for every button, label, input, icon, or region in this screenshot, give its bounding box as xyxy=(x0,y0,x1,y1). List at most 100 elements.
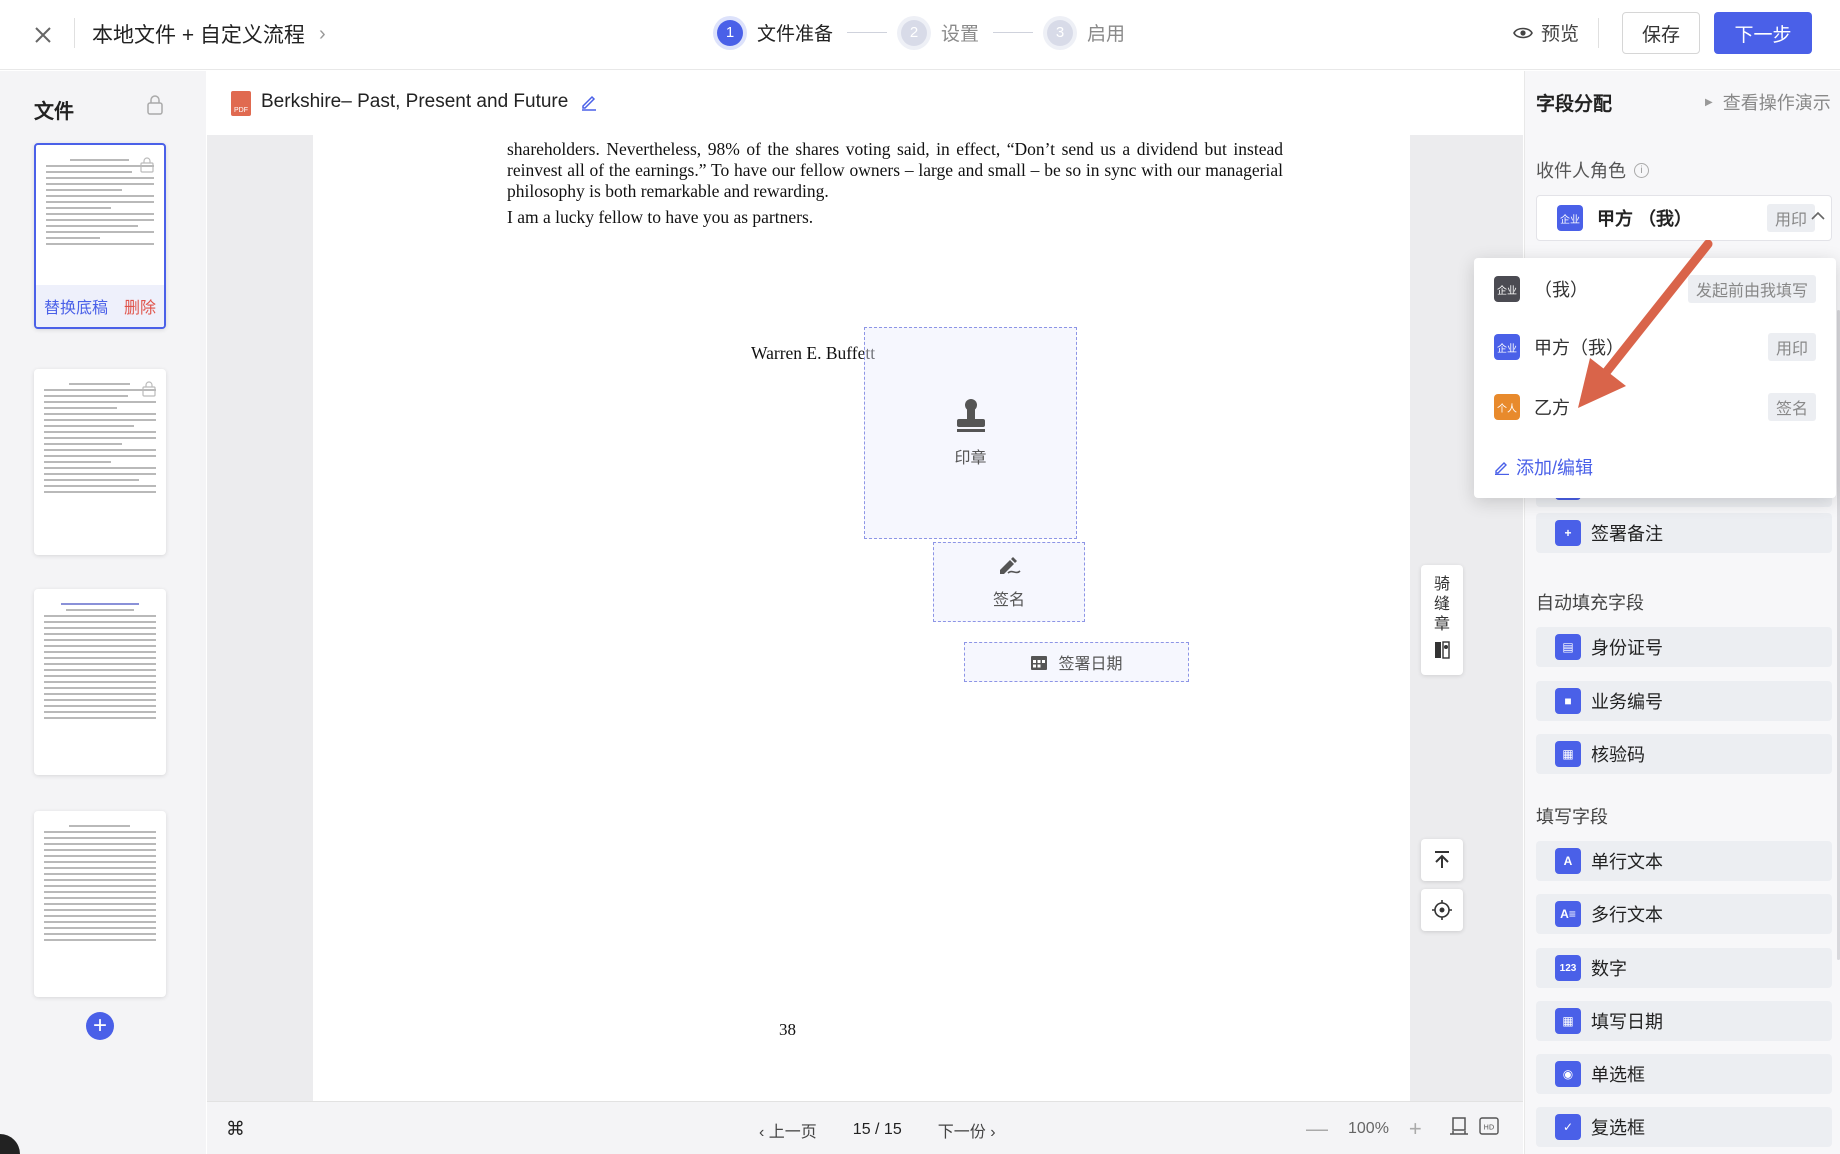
next-document-button[interactable]: 下一份 › xyxy=(938,1118,996,1142)
add-page-button[interactable]: + xyxy=(86,1012,114,1040)
shortcut-command-icon[interactable]: ⌘ xyxy=(226,1118,245,1141)
recipient-role-dropdown: 企业 （我） 发起前由我填写 企业 甲方（我） 用印 个人 乙方 签名 添加/编… xyxy=(1474,258,1836,498)
option-name: 乙方 xyxy=(1534,398,1570,418)
signature-pen-icon xyxy=(1000,557,1021,574)
dropdown-option-party-b[interactable]: 个人 乙方 签名 xyxy=(1474,382,1836,432)
option-tag: 发起前由我填写 xyxy=(1687,275,1816,303)
seam-char: 章 xyxy=(1433,616,1450,633)
page-thumbnail[interactable] xyxy=(34,589,166,775)
page-number: 38 xyxy=(779,1020,796,1039)
recipient-role-select[interactable]: 企业 甲方 （我） 用印 xyxy=(1536,195,1832,241)
pdf-file-icon: PDF xyxy=(231,91,251,116)
chevron-right-icon: › xyxy=(318,22,326,45)
step-label: 文件准备 xyxy=(757,24,834,45)
option-tag: 用印 xyxy=(1767,333,1816,361)
step-enable[interactable]: 3 启用 xyxy=(1047,19,1125,46)
page-thumbnail[interactable] xyxy=(34,811,166,997)
fit-page-icon[interactable] xyxy=(1449,1116,1469,1141)
signature-field-label: 签名 xyxy=(992,592,1025,609)
dropdown-option-party-a[interactable]: 企业 甲方（我） 用印 xyxy=(1474,322,1836,372)
edit-pencil-icon[interactable] xyxy=(580,93,598,116)
field-sign-note[interactable]: + 签署备注 xyxy=(1536,513,1832,553)
calendar-icon xyxy=(1031,656,1048,670)
close-button[interactable] xyxy=(28,20,58,50)
next-step-button[interactable]: 下一步 xyxy=(1714,12,1812,54)
step-file-prep[interactable]: 1 文件准备 xyxy=(717,19,833,46)
briefcase-icon: ■ xyxy=(1555,688,1581,714)
field-number[interactable]: 123 数字 xyxy=(1536,948,1832,988)
field-name: 单行文本 xyxy=(1591,852,1663,872)
dropdown-option-me[interactable]: 企业 （我） 发起前由我填写 xyxy=(1474,264,1836,314)
field-name: 签署备注 xyxy=(1591,524,1663,544)
field-assignment-panel: 字段分配 ▶ 查看操作演示 收件人角色 i 企业 甲方 （我） 用印 + 签署备… xyxy=(1524,71,1840,1154)
recipient-role-label: 收件人角色 i xyxy=(1536,157,1649,183)
field-fill-date[interactable]: ▦ 填写日期 xyxy=(1536,1001,1832,1041)
sign-date-field-label: 签署日期 xyxy=(1058,656,1123,673)
document-paragraph: shareholders. Nevertheless, 98% of the s… xyxy=(507,139,1283,201)
thumbnail-preview xyxy=(46,159,154,249)
checkbox-icon: ✓ xyxy=(1555,1114,1581,1140)
enterprise-badge: 企业 xyxy=(1494,334,1520,360)
locate-button[interactable] xyxy=(1421,889,1463,931)
field-single-line-text[interactable]: A 单行文本 xyxy=(1536,841,1832,881)
zoom-level: 100% xyxy=(1348,1120,1389,1137)
perforation-seal-tool[interactable]: 骑 缝 章 xyxy=(1421,565,1463,675)
field-name: 核验码 xyxy=(1591,745,1645,765)
arrow-up-to-top-icon xyxy=(1435,851,1449,868)
seam-char: 骑 xyxy=(1433,576,1450,593)
calendar-icon: ▦ xyxy=(1555,1008,1581,1034)
previous-page-button[interactable]: ‹ 上一页 xyxy=(759,1118,817,1142)
seal-field[interactable]: 印章 xyxy=(864,327,1077,539)
option-name: 甲方（我） xyxy=(1534,338,1624,358)
step-label: 设置 xyxy=(941,24,980,45)
add-edit-label: 添加/编辑 xyxy=(1516,458,1594,478)
document-header: PDF Berkshire– Past, Present and Future xyxy=(207,71,1523,135)
add-edit-roles-button[interactable]: 添加/编辑 xyxy=(1494,454,1593,480)
replace-draft-button[interactable]: 替换底稿 xyxy=(44,294,108,318)
hd-toggle[interactable]: HD xyxy=(1479,1117,1499,1140)
zoom-in-button[interactable]: + xyxy=(1409,1116,1422,1142)
page-thumbnail[interactable]: 替换底稿 删除 xyxy=(34,143,166,329)
document-footer: ⌘ ‹ 上一页 15 / 15 下一份 › — 100% + HD xyxy=(207,1101,1523,1154)
delete-button[interactable]: 删除 xyxy=(124,294,156,318)
field-multi-line-text[interactable]: A≡ 多行文本 xyxy=(1536,894,1832,934)
selected-role-name: 甲方 （我） xyxy=(1597,209,1693,229)
seal-field-label: 印章 xyxy=(954,450,987,467)
field-id-number[interactable]: ▤ 身份证号 xyxy=(1536,627,1832,667)
enterprise-badge: 企业 xyxy=(1494,276,1520,302)
top-bar: 本地文件 + 自定义流程 › 1 文件准备 2 设置 3 启用 预览 保存 下一… xyxy=(0,0,1840,70)
zoom-out-button[interactable]: — xyxy=(1306,1116,1328,1142)
sign-date-field[interactable]: 签署日期 xyxy=(964,642,1189,682)
step-label: 启用 xyxy=(1087,24,1126,45)
play-triangle-icon: ▶ xyxy=(1705,96,1713,108)
field-radio[interactable]: ◉ 单选框 xyxy=(1536,1054,1832,1094)
lock-icon[interactable] xyxy=(146,95,164,120)
step-number: 3 xyxy=(1047,19,1074,46)
personal-badge: 个人 xyxy=(1494,394,1520,420)
info-icon[interactable]: i xyxy=(1634,162,1649,178)
preview-label: 预览 xyxy=(1541,24,1580,45)
view-demo-link[interactable]: ▶ 查看操作演示 xyxy=(1705,89,1831,115)
save-button[interactable]: 保存 xyxy=(1622,12,1700,54)
scroll-to-top-button[interactable] xyxy=(1421,839,1463,881)
zoom-control: — 100% + xyxy=(1306,1116,1422,1142)
step-number: 1 xyxy=(717,19,743,46)
signature-field[interactable]: 签名 xyxy=(933,542,1085,622)
field-checkbox[interactable]: ✓ 复选框 xyxy=(1536,1107,1832,1147)
document-area: PDF Berkshire– Past, Present and Future … xyxy=(207,71,1523,1154)
view-demo-label: 查看操作演示 xyxy=(1722,93,1831,113)
field-name: 身份证号 xyxy=(1591,638,1663,658)
flow-title[interactable]: 本地文件 + 自定义流程 › xyxy=(92,19,326,49)
file-sidebar-heading: 文件 xyxy=(34,101,74,123)
field-business-number[interactable]: ■ 业务编号 xyxy=(1536,681,1832,721)
previous-page-label: 上一页 xyxy=(768,1124,817,1141)
option-name: （我） xyxy=(1534,280,1588,300)
field-verification-code[interactable]: ▦ 核验码 xyxy=(1536,734,1832,774)
seam-seal-icon xyxy=(1435,641,1450,659)
field-name: 多行文本 xyxy=(1591,905,1663,925)
step-settings[interactable]: 2 设置 xyxy=(901,19,979,46)
page-thumbnail[interactable] xyxy=(34,369,166,555)
recipient-role-text: 收件人角色 xyxy=(1536,161,1626,181)
pager: ‹ 上一页 15 / 15 下一份 › xyxy=(747,1118,1008,1142)
preview-button[interactable]: 预览 xyxy=(1513,19,1579,46)
